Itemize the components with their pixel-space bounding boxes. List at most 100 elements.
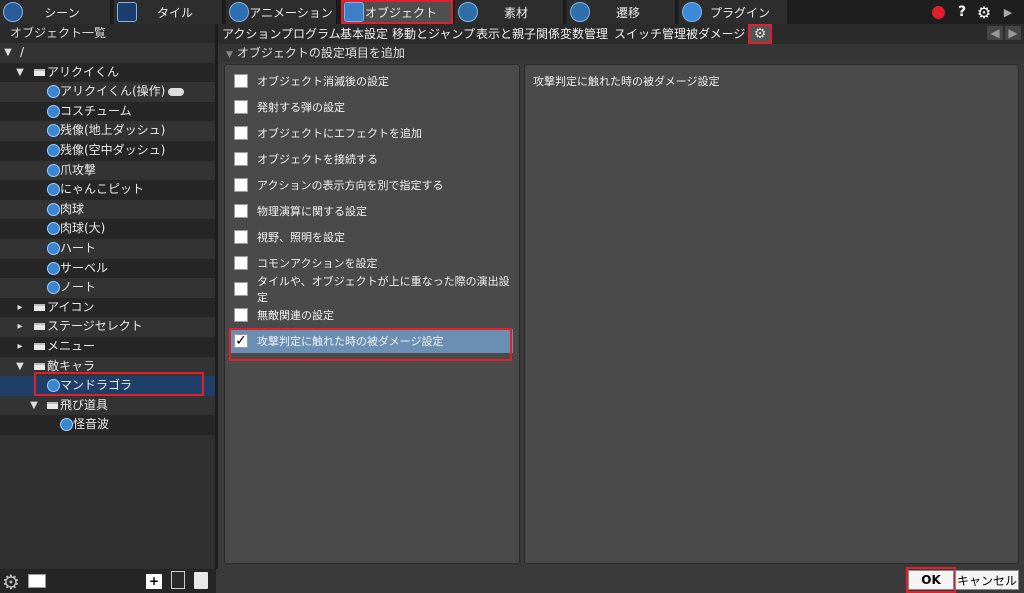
option-row[interactable]: 発射する弾の設定 bbox=[231, 95, 513, 119]
object-icon bbox=[47, 379, 60, 393]
left-scrollbar[interactable] bbox=[215, 24, 218, 569]
tree-object[interactable]: ハート bbox=[0, 238, 216, 259]
tree-folder[interactable]: ▼ 飛び道具 bbox=[0, 395, 216, 416]
option-checkbox[interactable] bbox=[234, 74, 248, 88]
tree-folder[interactable]: ▸ アイコン bbox=[0, 297, 216, 318]
tab-variables[interactable]: 変数管理 bbox=[560, 24, 608, 44]
object-icon bbox=[47, 241, 60, 255]
tab-damage[interactable]: 被ダメージ bbox=[686, 24, 745, 44]
tree-object[interactable]: アリクイくん(操作) bbox=[0, 82, 216, 102]
section-header[interactable]: ▼ オブジェクトの設定項目を追加 bbox=[218, 44, 1024, 62]
tree-object[interactable]: コスチューム bbox=[0, 101, 216, 122]
film-icon[interactable] bbox=[28, 574, 46, 588]
option-label: コモンアクションを設定 bbox=[257, 257, 378, 270]
ok-button[interactable]: OK bbox=[908, 570, 954, 590]
section-title: オブジェクトの設定項目を追加 bbox=[236, 46, 405, 60]
tree-object[interactable]: 残像(空中ダッシュ) bbox=[0, 140, 216, 161]
option-label: タイルや、オブジェクトが上に重なった際の演出設定 bbox=[257, 275, 510, 304]
option-label: 無敵関連の設定 bbox=[257, 309, 334, 322]
tree-object[interactable]: 肉球 bbox=[0, 199, 216, 220]
tree-item-label: アリクイくん(操作) bbox=[60, 84, 166, 99]
option-checkbox[interactable] bbox=[234, 100, 248, 114]
tab-movement-jump[interactable]: 移動とジャンプ bbox=[392, 24, 475, 44]
help-icon[interactable]: ? bbox=[953, 3, 971, 21]
option-row[interactable]: 物理演算に関する設定 bbox=[231, 199, 513, 223]
tree-object[interactable]: 残像(地上ダッシュ) bbox=[0, 121, 216, 141]
tree-folder[interactable]: ▸ メニュー bbox=[0, 336, 216, 357]
object-icon bbox=[47, 124, 60, 138]
play-icon[interactable]: ▶ bbox=[999, 3, 1017, 21]
option-checkbox[interactable] bbox=[234, 152, 248, 166]
add-folder-icon[interactable] bbox=[171, 571, 185, 589]
option-checkbox[interactable] bbox=[234, 126, 248, 140]
option-checkbox[interactable] bbox=[234, 282, 248, 296]
tab-basic-settings[interactable]: 基本設定 bbox=[340, 24, 388, 44]
option-checkbox[interactable]: ✓ bbox=[234, 334, 248, 348]
collapse-icon[interactable]: ▼ bbox=[14, 357, 26, 377]
object-icon bbox=[47, 85, 60, 99]
tree-object[interactable]: 爪攻撃 bbox=[0, 160, 216, 181]
option-row[interactable]: 視野、照明を設定 bbox=[231, 225, 513, 249]
add-settings-gear-icon[interactable]: ⚙ bbox=[748, 24, 772, 44]
tree-root[interactable]: ▼ / bbox=[0, 43, 216, 63]
settings-gear-icon[interactable]: ⚙ bbox=[2, 570, 20, 593]
trash-icon[interactable] bbox=[194, 572, 208, 589]
expand-icon[interactable]: ▸ bbox=[14, 298, 26, 318]
expand-icon[interactable]: ▸ bbox=[14, 317, 26, 337]
collapse-icon[interactable]: ▼ bbox=[2, 43, 14, 63]
collapse-icon[interactable]: ▼ bbox=[28, 396, 40, 416]
tree-folder[interactable]: ▼ アリクイくん bbox=[0, 62, 216, 83]
tree-object[interactable]: 肉球(大) bbox=[0, 219, 216, 239]
collapse-icon[interactable]: ▼ bbox=[14, 63, 26, 83]
object-icon bbox=[47, 143, 60, 157]
tree-object[interactable]: マンドラゴラ bbox=[0, 376, 216, 396]
tab-material[interactable]: 素材 bbox=[455, 0, 565, 24]
tab-transition[interactable]: 遷移 bbox=[567, 0, 677, 24]
option-row[interactable]: 無敵関連の設定 bbox=[231, 303, 513, 327]
option-checkbox[interactable] bbox=[234, 256, 248, 270]
option-label: 発射する弾の設定 bbox=[257, 101, 345, 114]
option-checkbox[interactable] bbox=[234, 178, 248, 192]
tree-item-label: 残像(地上ダッシュ) bbox=[60, 123, 166, 138]
tab-animation[interactable]: アニメーション bbox=[226, 0, 338, 24]
tree-object[interactable]: サーベル bbox=[0, 258, 216, 279]
object-icon bbox=[47, 281, 60, 295]
scroll-left-icon[interactable]: ◀ bbox=[987, 26, 1003, 40]
tab-switches[interactable]: スイッチ管理 bbox=[614, 24, 686, 44]
undo-icon[interactable] bbox=[929, 3, 947, 21]
option-row[interactable]: タイルや、オブジェクトが上に重なった際の演出設定 bbox=[231, 275, 513, 304]
tree-item-label: 飛び道具 bbox=[60, 397, 109, 412]
option-label: 物理演算に関する設定 bbox=[257, 205, 367, 218]
cancel-button[interactable]: キャンセル bbox=[955, 570, 1019, 590]
option-label: オブジェクトにエフェクトを追加 bbox=[257, 127, 422, 140]
gamepad-icon bbox=[168, 88, 184, 97]
tab-tile[interactable]: タイル bbox=[114, 0, 224, 24]
option-checkbox[interactable] bbox=[234, 204, 248, 218]
tree-object[interactable]: にゃんこピット bbox=[0, 180, 216, 200]
tab-scene[interactable]: シーン bbox=[0, 0, 112, 24]
tab-object[interactable]: オブジェクト bbox=[341, 0, 453, 24]
tree-object[interactable]: ノート bbox=[0, 278, 216, 298]
gear-icon[interactable]: ⚙ bbox=[975, 3, 993, 22]
tree-item-label: ステージセレクト bbox=[47, 319, 143, 334]
option-row[interactable]: ✓ 攻撃判定に触れた時の被ダメージ設定 bbox=[231, 329, 513, 353]
tree-object[interactable]: 怪音波 bbox=[0, 415, 216, 435]
add-object-icon[interactable]: + bbox=[146, 574, 162, 589]
tab-plugin[interactable]: プラグイン bbox=[679, 0, 789, 24]
option-row[interactable]: オブジェクトを接続する bbox=[231, 147, 513, 171]
tab-action-program[interactable]: アクションプログラム bbox=[222, 24, 341, 44]
expand-icon[interactable]: ▸ bbox=[14, 337, 26, 357]
tree-item-label: 肉球 bbox=[60, 201, 85, 216]
option-row[interactable]: コモンアクションを設定 bbox=[231, 251, 513, 275]
tab-display-parent[interactable]: 表示と親子関係 bbox=[476, 24, 560, 44]
option-checkbox[interactable] bbox=[234, 230, 248, 244]
tab-object-label: オブジェクト bbox=[364, 5, 437, 20]
option-row[interactable]: オブジェクトにエフェクトを追加 bbox=[231, 121, 513, 145]
option-row[interactable]: オブジェクト消滅後の設定 bbox=[231, 69, 513, 93]
tree-folder[interactable]: ▸ ステージセレクト bbox=[0, 317, 216, 337]
folder-icon bbox=[47, 401, 58, 409]
option-checkbox[interactable] bbox=[234, 308, 248, 322]
tree-folder[interactable]: ▼ 敵キャラ bbox=[0, 356, 216, 377]
option-row[interactable]: アクションの表示方向を別で指定する bbox=[231, 173, 513, 197]
scroll-right-icon[interactable]: ▶ bbox=[1005, 26, 1021, 40]
